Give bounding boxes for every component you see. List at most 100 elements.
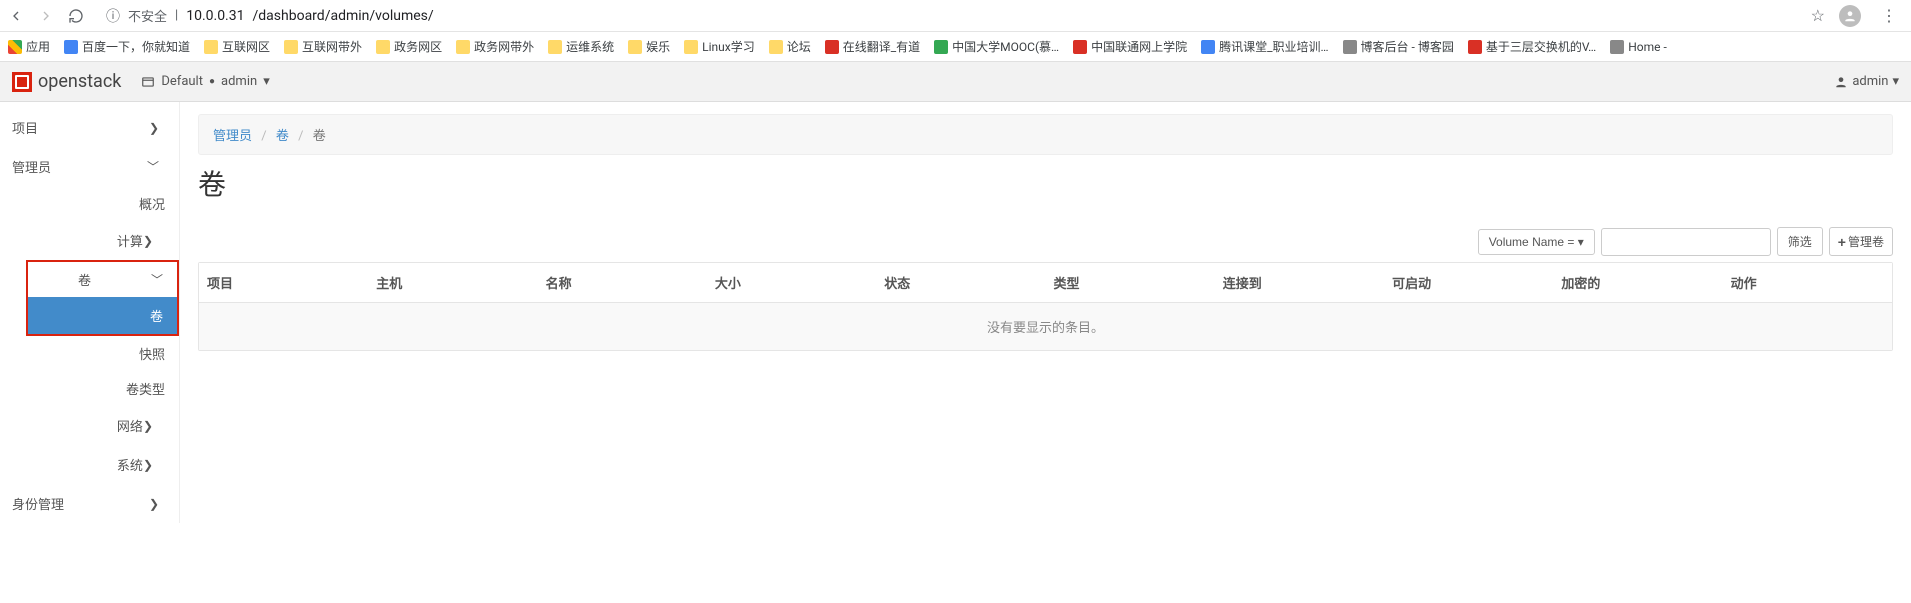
bookmark-favicon: [204, 40, 218, 54]
manage-volume-label: 管理卷: [1848, 233, 1884, 250]
page-title: 卷: [198, 163, 1893, 203]
breadcrumb-sep: /: [261, 129, 266, 144]
chevron-right-icon: ❯: [149, 121, 159, 135]
table-column-header[interactable]: 名称: [538, 263, 707, 302]
bookmark-label: 政务网区: [394, 38, 442, 55]
bookmark-item[interactable]: 论坛: [769, 38, 811, 55]
bookmark-label: 百度一下，你就知道: [82, 38, 190, 55]
bookmark-item[interactable]: Linux学习: [684, 38, 755, 55]
volumes-table: 项目主机名称大小状态类型连接到可启动加密的动作 没有要显示的条目。: [198, 262, 1893, 351]
bookmark-star-icon[interactable]: ☆: [1811, 6, 1825, 25]
bookmark-item[interactable]: 腾讯课堂_职业培训…: [1201, 38, 1328, 55]
filter-input[interactable]: [1601, 228, 1771, 256]
bookmark-item[interactable]: 百度一下，你就知道: [64, 38, 190, 55]
manage-volume-button[interactable]: + 管理卷: [1829, 227, 1893, 256]
bookmark-favicon: [825, 40, 839, 54]
domain-project-selector[interactable]: Default ● admin ▾: [141, 74, 269, 89]
browser-menu-icon[interactable]: ⋮: [1875, 6, 1903, 25]
filter-dropdown-label: Volume Name =: [1489, 235, 1578, 249]
sidebar-item-overview[interactable]: 概况: [0, 186, 179, 221]
content-area: 管理员 / 卷 / 卷 卷 Volume Name = ▾ 筛选 + 管理卷 项…: [180, 102, 1911, 523]
table-column-header[interactable]: 类型: [1045, 263, 1214, 302]
url-separator: |: [175, 8, 178, 23]
chevron-right-icon: ❯: [143, 458, 153, 472]
bookmark-label: 基于三层交换机的V…: [1486, 38, 1596, 55]
table-column-header[interactable]: 动作: [1723, 263, 1892, 302]
bookmark-item[interactable]: 基于三层交换机的V…: [1468, 38, 1596, 55]
url-bar[interactable]: ⓘ 不安全 | 10.0.0.31/dashboard/admin/volume…: [98, 3, 1789, 29]
bookmark-apps-label: 应用: [26, 38, 50, 55]
chevron-right-icon: ❯: [143, 419, 153, 433]
bookmark-favicon: [548, 40, 562, 54]
user-menu[interactable]: admin ▾: [1834, 74, 1899, 89]
bookmark-favicon: [1610, 40, 1624, 54]
table-empty-message: 没有要显示的条目。: [199, 303, 1892, 350]
caret-down-icon: ▾: [263, 74, 270, 89]
sidebar-item-volume-type[interactable]: 卷类型: [0, 371, 179, 406]
header-bar: openstack Default ● admin ▾ admin ▾: [0, 62, 1911, 102]
table-column-header[interactable]: 大小: [707, 263, 876, 302]
bookmark-apps[interactable]: 应用: [8, 38, 50, 55]
bookmark-item[interactable]: 政务网区: [376, 38, 442, 55]
bookmark-bar: 应用 百度一下，你就知道互联网区互联网带外 政务网区政务网带外运维系统 娱乐 Linu…: [0, 32, 1911, 62]
bookmark-item[interactable]: 政务网带外: [456, 38, 534, 55]
sidebar-item-admin[interactable]: 管理员 ﹀: [0, 147, 179, 186]
bookmark-favicon: [684, 40, 698, 54]
table-column-header[interactable]: 可启动: [1384, 263, 1553, 302]
sidebar-label-volume: 卷: [78, 270, 91, 289]
bookmark-favicon: [1468, 40, 1482, 54]
breadcrumb-admin[interactable]: 管理员: [213, 129, 252, 144]
sidebar-item-project[interactable]: 项目 ❯: [0, 108, 179, 147]
filter-field-dropdown[interactable]: Volume Name = ▾: [1478, 229, 1595, 255]
chevron-right-icon: ❯: [149, 497, 159, 511]
table-column-header[interactable]: 主机: [368, 263, 537, 302]
filter-button[interactable]: 筛选: [1777, 227, 1823, 256]
table-column-header[interactable]: 状态: [876, 263, 1045, 302]
bookmark-item[interactable]: 在线翻译_有道: [825, 38, 920, 55]
insecure-label: 不安全: [128, 6, 167, 25]
user-label: admin: [1852, 74, 1888, 89]
bookmark-item[interactable]: 互联网区: [204, 38, 270, 55]
bookmark-item[interactable]: Home -: [1610, 40, 1667, 54]
bookmark-item[interactable]: 博客后台 - 博客园: [1343, 38, 1454, 55]
bookmark-item[interactable]: 互联网带外: [284, 38, 362, 55]
url-host: 10.0.0.31: [186, 8, 244, 24]
bookmark-favicon: [769, 40, 783, 54]
sidebar-label-volume-sub: 卷: [150, 310, 163, 325]
domain-icon: [141, 75, 155, 89]
table-column-header[interactable]: 连接到: [1215, 263, 1384, 302]
table-column-header[interactable]: 加密的: [1553, 263, 1722, 302]
bookmark-favicon: [1073, 40, 1087, 54]
filter-row: Volume Name = ▾ 筛选 + 管理卷: [198, 227, 1893, 256]
reload-icon[interactable]: [68, 8, 84, 24]
sidebar-item-volume-sub[interactable]: 卷: [28, 297, 177, 334]
sidebar-item-system[interactable]: 系统 ❯: [0, 445, 179, 484]
sidebar-item-volume[interactable]: 卷 ﹀: [28, 262, 177, 297]
bookmark-item[interactable]: 中国大学MOOC(慕…: [934, 38, 1059, 55]
bookmark-label: 博客后台 - 博客园: [1361, 38, 1454, 55]
sidebar-item-network[interactable]: 网络 ❯: [0, 406, 179, 445]
breadcrumb-volume[interactable]: 卷: [276, 129, 289, 144]
table-column-header[interactable]: 项目: [199, 263, 368, 302]
sidebar: 项目 ❯ 管理员 ﹀ 概况 计算 ❯ 卷 ﹀ 卷 快照 卷类型: [0, 102, 180, 523]
bookmark-label: 在线翻译_有道: [843, 38, 920, 55]
bookmark-favicon: [628, 40, 642, 54]
browser-profile-avatar[interactable]: [1839, 5, 1861, 27]
sidebar-item-identity[interactable]: 身份管理 ❯: [0, 484, 179, 523]
bookmark-label: 娱乐: [646, 38, 670, 55]
bookmark-item[interactable]: 娱乐: [628, 38, 670, 55]
bookmark-label: 腾讯课堂_职业培训…: [1219, 38, 1328, 55]
info-icon[interactable]: ⓘ: [106, 6, 120, 26]
bookmark-favicon: [64, 40, 78, 54]
sidebar-label-system: 系统: [117, 455, 143, 474]
sidebar-item-snapshot[interactable]: 快照: [0, 336, 179, 371]
back-icon[interactable]: [8, 8, 24, 24]
sidebar-label-overview: 概况: [139, 198, 165, 213]
project-label: admin: [221, 74, 257, 89]
bookmark-favicon: [1343, 40, 1357, 54]
bookmark-item[interactable]: 中国联通网上学院: [1073, 38, 1187, 55]
sidebar-item-compute[interactable]: 计算 ❯: [0, 221, 179, 260]
bookmark-item[interactable]: 运维系统: [548, 38, 614, 55]
bookmark-label: Linux学习: [702, 38, 755, 55]
logo[interactable]: openstack: [12, 71, 121, 92]
